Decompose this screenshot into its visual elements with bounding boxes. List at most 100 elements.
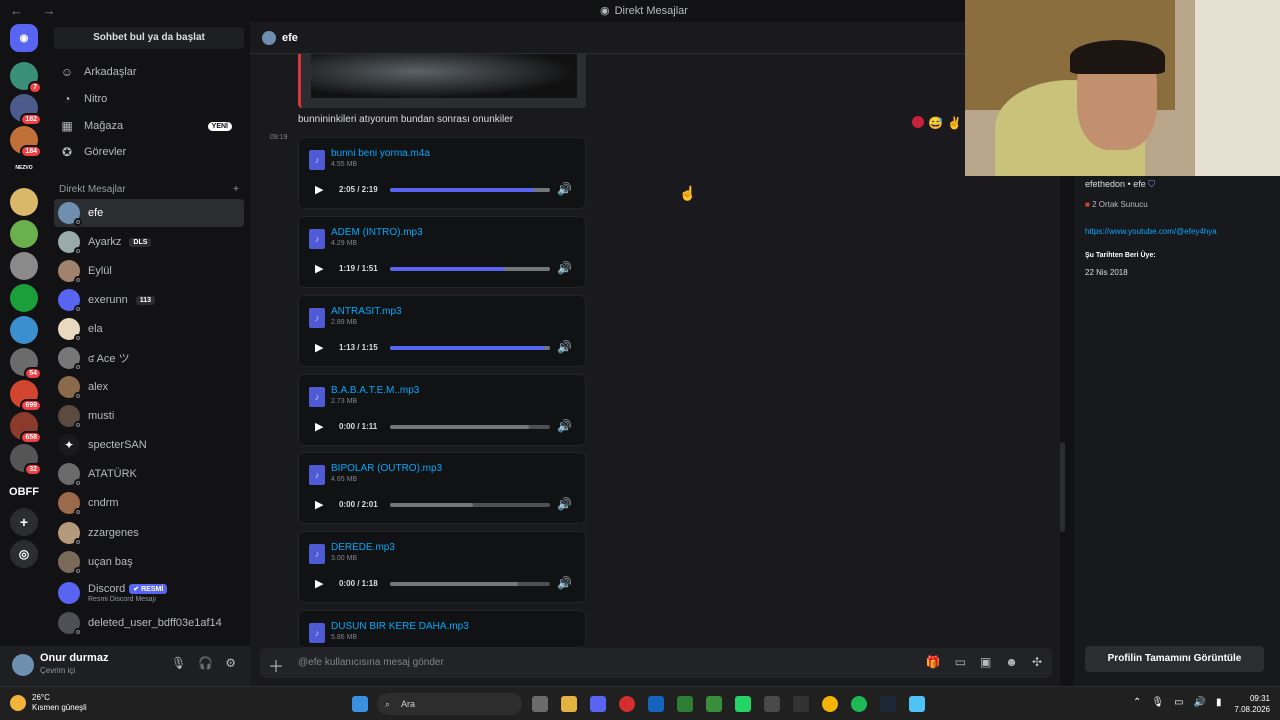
chevron-up-icon[interactable]: ⌃: [1133, 697, 1141, 708]
attachment-filename[interactable]: DUSUN BIR KERE DAHA.mp3: [331, 621, 469, 632]
reaction-icon[interactable]: [912, 116, 924, 128]
file-explorer-icon[interactable]: [561, 696, 577, 712]
server-icon[interactable]: 54: [10, 348, 42, 380]
mutual-servers[interactable]: ■ 2 Ortak Sunucu: [1085, 200, 1148, 209]
server-icon[interactable]: 184: [10, 126, 42, 158]
audio-attachment[interactable]: ♪ DEREDE.mp3 3.00 MB ▶ 0:00 / 1:18 🔊: [298, 531, 586, 603]
server-folder-obff[interactable]: OBFF: [9, 478, 39, 506]
seek-bar[interactable]: [390, 188, 550, 192]
weather-widget[interactable]: 26°C Kısmen güneşli: [10, 693, 87, 713]
dm-item[interactable]: uçan baş: [54, 548, 244, 576]
audio-attachment[interactable]: ♪ B.A.B.A.T.E.M..mp3 2.73 MB ▶ 0:00 / 1:11 🔊: [298, 374, 586, 446]
attachment-filename[interactable]: ADEM (INTRO).mp3: [331, 227, 423, 238]
seek-bar[interactable]: [390, 582, 550, 586]
volume-icon[interactable]: 🔊: [557, 576, 572, 590]
audio-attachment[interactable]: ♪ bunni beni yorma.m4a 4.55 MB ▶ 2:05 / 2:19…: [298, 137, 586, 209]
dm-item[interactable]: exerunn 113: [54, 286, 244, 314]
dm-item[interactable]: alex: [54, 373, 244, 401]
chrome-icon[interactable]: [822, 696, 838, 712]
dm-item[interactable]: ✦ specterSAN: [54, 431, 244, 459]
audio-attachment[interactable]: ♪ ANTRASIT.mp3 2.89 MB ▶ 1:13 / 1:15 🔊: [298, 295, 586, 367]
attachment-filename[interactable]: BIPOLAR (OUTRO).mp3: [331, 463, 442, 474]
play-button[interactable]: ▶: [315, 341, 323, 354]
emoji-icon[interactable]: ☻: [1005, 655, 1018, 669]
add-server-button[interactable]: +: [10, 508, 38, 536]
dm-item[interactable]: musti: [54, 402, 244, 430]
opera-icon[interactable]: [619, 696, 635, 712]
audio-attachment[interactable]: ♪ BIPOLAR (OUTRO).mp3 4.65 MB ▶ 0:00 / 2:01 🔊: [298, 452, 586, 524]
dm-item[interactable]: ʛ Ace ツ: [54, 344, 244, 372]
play-button[interactable]: ▶: [315, 183, 323, 196]
server-icon[interactable]: [10, 188, 38, 216]
attachment-filename[interactable]: DEREDE.mp3: [331, 542, 395, 553]
spotify-icon[interactable]: [851, 696, 867, 712]
attachment-filename[interactable]: B.A.B.A.T.E.M..mp3: [331, 385, 419, 396]
back-forward-arrows[interactable]: ← →: [10, 3, 64, 18]
volume-icon[interactable]: 🔊: [557, 261, 572, 275]
play-button[interactable]: ▶: [315, 498, 323, 511]
add-attachment-button[interactable]: ＋: [268, 653, 284, 677]
seek-bar[interactable]: [390, 425, 550, 429]
server-icon[interactable]: 7: [10, 62, 42, 94]
xbox-icon[interactable]: [706, 696, 722, 712]
dm-item-efe[interactable]: efe: [54, 199, 244, 227]
apps-icon[interactable]: ✣: [1032, 655, 1042, 669]
microphone-icon[interactable]: 🎙: [171, 656, 186, 670]
nav-quests[interactable]: ✪ Görevler: [54, 139, 244, 165]
server-icon[interactable]: 32: [10, 444, 42, 476]
battery-icon[interactable]: ▮: [1216, 697, 1222, 708]
find-conversation-button[interactable]: Sohbet bul ya da başlat: [54, 27, 244, 49]
network-icon[interactable]: ▭: [1174, 697, 1183, 708]
server-icon[interactable]: 182: [10, 94, 42, 126]
play-button[interactable]: ▶: [315, 577, 323, 590]
clock[interactable]: 09:31 7.08.2026: [1234, 693, 1270, 715]
volume-icon[interactable]: 🔊: [1194, 697, 1206, 708]
dm-item[interactable]: cndrm: [54, 489, 244, 517]
store-icon[interactable]: [677, 696, 693, 712]
volume-icon[interactable]: 🔊: [557, 182, 572, 196]
nav-nitro[interactable]: ◔ Nitro: [54, 86, 244, 112]
gift-icon[interactable]: 🎁: [926, 655, 941, 669]
seek-bar[interactable]: [390, 503, 550, 507]
server-icon[interactable]: [10, 220, 38, 248]
dm-item-discord[interactable]: Discord ✔ RESMİ Resmi Discord Mesajı: [54, 577, 244, 609]
nav-shop[interactable]: ▦ Mağaza YENİ: [54, 113, 244, 139]
video-embed[interactable]: [298, 54, 586, 108]
dm-item[interactable]: ela: [54, 315, 244, 343]
epic-games-icon[interactable]: [793, 696, 809, 712]
sticker-icon[interactable]: ▣: [980, 655, 991, 669]
emoji-peace-icon[interactable]: ✌: [947, 116, 962, 130]
discord-taskbar-icon[interactable]: [590, 696, 606, 712]
avatar[interactable]: [12, 654, 34, 676]
emoji-sweat-smile-icon[interactable]: 😅: [928, 116, 943, 130]
microphone-icon[interactable]: 🎙: [1151, 697, 1164, 708]
dm-item[interactable]: ATATÜRK: [54, 460, 244, 488]
profile-link[interactable]: https://www.youtube.com/@efey4hya: [1085, 227, 1217, 236]
server-icon[interactable]: [10, 284, 38, 312]
nav-friends[interactable]: ☺ Arkadaşlar: [54, 59, 244, 85]
whatsapp-icon[interactable]: [735, 696, 751, 712]
discover-button[interactable]: ◎: [10, 540, 38, 568]
play-button[interactable]: ▶: [315, 262, 323, 275]
view-full-profile-button[interactable]: Profilin Tamamını Görüntüle: [1085, 646, 1264, 672]
steam-icon[interactable]: [880, 696, 896, 712]
volume-icon[interactable]: 🔊: [557, 497, 572, 511]
gif-icon[interactable]: ▭: [955, 655, 966, 669]
attachment-filename[interactable]: bunni beni yorma.m4a: [331, 148, 430, 159]
server-icon[interactable]: [10, 252, 38, 280]
seek-bar[interactable]: [390, 267, 550, 271]
server-icon[interactable]: 699: [10, 380, 42, 412]
home-button[interactable]: ◉: [10, 24, 38, 52]
volume-icon[interactable]: 🔊: [557, 419, 572, 433]
dm-item[interactable]: Ayarkz DLS: [54, 228, 244, 256]
seek-bar[interactable]: [390, 346, 550, 350]
audio-attachment[interactable]: ♪ ADEM (INTRO).mp3 4.29 MB ▶ 1:19 / 1:51 🔊: [298, 216, 586, 288]
taskbar-search[interactable]: ⌕ Ara: [377, 693, 522, 715]
dm-item[interactable]: Eylül: [54, 257, 244, 285]
server-icon[interactable]: [10, 316, 38, 344]
message-input[interactable]: @efe kullanıcısına mesaj gönder: [298, 657, 444, 668]
play-button[interactable]: ▶: [315, 420, 323, 433]
attachment-filename[interactable]: ANTRASIT.mp3: [331, 306, 402, 317]
server-icon-nezvo[interactable]: NEZVO: [10, 159, 38, 177]
scrollbar[interactable]: [1060, 442, 1065, 532]
